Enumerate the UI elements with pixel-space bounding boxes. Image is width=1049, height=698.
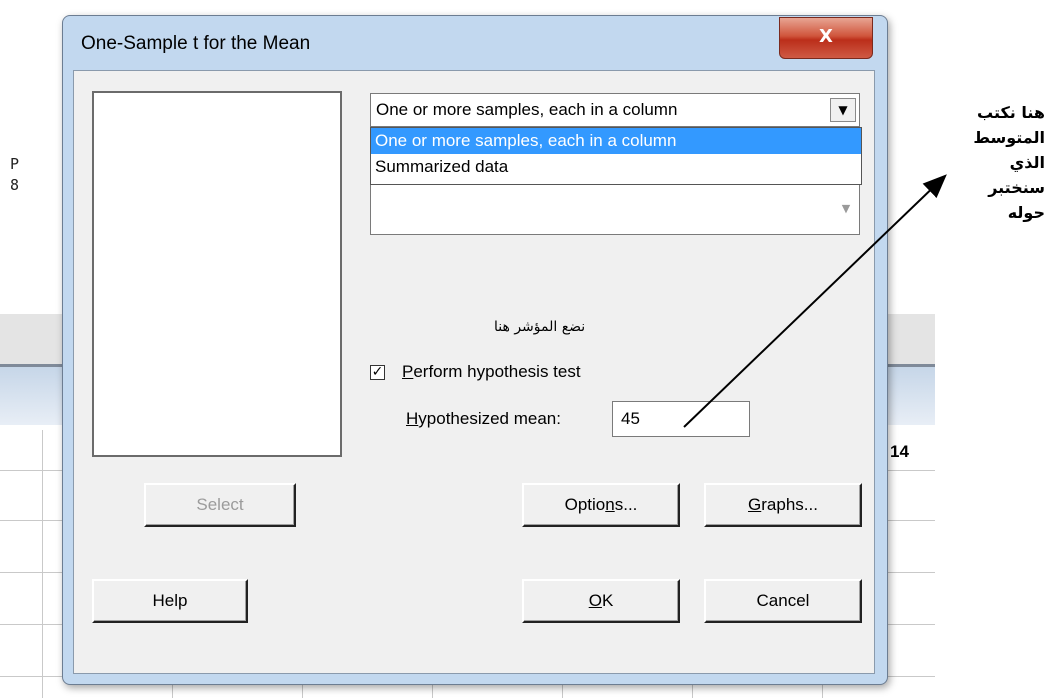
dropdown-option-samples-in-columns[interactable]: One or more samples, each in a column [371,128,861,154]
annotation-arrow [683,174,947,428]
annotation-line: الذي [1009,153,1045,172]
annotation-note: هنا نكتب المتوسط الذي سنختبر حوله [937,100,1045,225]
data-format-dropdown-list: One or more samples, each in a column Su… [370,127,862,185]
annotation-line: حوله [1007,203,1045,222]
annotation-line: سنختبر [988,178,1045,197]
annotation-line: هنا نكتب [977,103,1045,122]
dropdown-option-summarized-data[interactable]: Summarized data [371,154,861,180]
annotation-line: المتوسط [973,128,1045,147]
